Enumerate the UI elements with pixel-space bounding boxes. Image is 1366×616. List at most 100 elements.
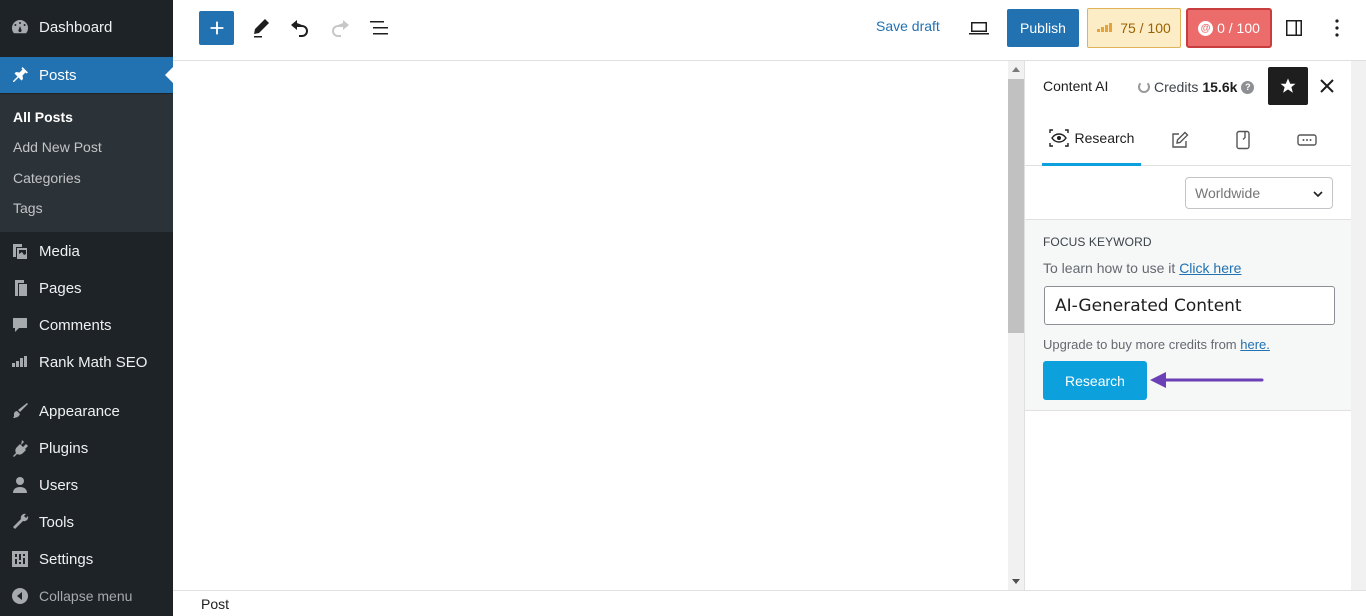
panel-tabs: Research (1025, 113, 1352, 166)
scroll-down-icon[interactable] (1012, 579, 1020, 584)
panel-scrollbar[interactable] (1351, 61, 1366, 590)
menu-item-pages[interactable]: Pages (0, 270, 173, 306)
tab-research[interactable]: Research (1042, 113, 1141, 166)
preview-button[interactable] (967, 16, 991, 40)
options-menu-button[interactable] (1325, 16, 1349, 40)
appearance-icon (10, 401, 30, 421)
plus-icon (210, 21, 223, 35)
credits-label: Credits (1154, 79, 1199, 95)
credits-value: 15.6k (1202, 79, 1238, 95)
users-icon (10, 475, 30, 495)
pin-panel-button[interactable] (1268, 67, 1308, 105)
settings-sidebar-toggle[interactable] (1282, 16, 1306, 40)
dashboard-icon (10, 17, 30, 37)
publish-button[interactable]: Publish (1007, 9, 1079, 47)
comments-icon (10, 315, 30, 335)
menu-label: Pages (39, 279, 82, 297)
submenu-all-posts[interactable]: All Posts (13, 109, 73, 125)
settings-icon (10, 549, 30, 569)
content-ai-score-button[interactable]: @ 0 / 100 (1186, 8, 1272, 48)
admin-sidebar: Dashboard Posts All Posts Add New Post C… (0, 0, 173, 616)
more-vertical-icon (1335, 19, 1339, 37)
redo-icon (332, 20, 349, 37)
phone-icon (1236, 130, 1250, 149)
tab-write[interactable] (1165, 113, 1195, 166)
pages-icon (10, 278, 30, 298)
edit-icon (1172, 131, 1189, 148)
pin-icon (10, 65, 30, 85)
document-overview-button[interactable] (367, 16, 391, 40)
scroll-up-icon[interactable] (1012, 67, 1020, 72)
content-ai-score-value: 0 / 100 (1217, 20, 1260, 36)
seo-score-value: 75 / 100 (1120, 20, 1171, 36)
menu-item-rank-math[interactable]: Rank Math SEO (0, 344, 173, 380)
tab-label: Research (1074, 130, 1135, 146)
eye-scan-icon (1048, 129, 1069, 147)
posts-submenu: All Posts Add New Post Categories Tags (0, 94, 173, 232)
menu-item-settings[interactable]: Settings (0, 541, 173, 577)
upgrade-text: Upgrade to buy more credits from (1043, 337, 1237, 352)
submenu-categories[interactable]: Categories (13, 170, 81, 186)
sidebar-icon (1286, 20, 1302, 36)
menu-item-users[interactable]: Users (0, 467, 173, 503)
scroll-thumb[interactable] (1008, 79, 1024, 333)
list-view-icon (370, 21, 388, 35)
collapse-arrow-icon (10, 586, 30, 606)
upgrade-link[interactable]: here. (1240, 337, 1270, 352)
menu-label: Tools (39, 513, 75, 531)
submenu-tags[interactable]: Tags (13, 200, 43, 216)
seo-score-button[interactable]: 75 / 100 (1087, 8, 1181, 48)
refresh-icon[interactable] (1138, 81, 1150, 93)
redo-button[interactable] (328, 16, 352, 40)
editor-canvas[interactable] (173, 61, 1008, 590)
help-text: To learn how to use it (1043, 260, 1176, 276)
close-icon (1320, 79, 1334, 93)
collapse-menu-button[interactable]: Collapse menu (0, 578, 173, 614)
chat-icon (1297, 133, 1317, 146)
menu-item-appearance[interactable]: Appearance (0, 393, 173, 429)
add-block-button[interactable] (199, 11, 234, 45)
editor-scrollbar[interactable] (1008, 61, 1024, 590)
menu-label: Dashboard (39, 18, 113, 36)
media-icon (10, 241, 30, 261)
menu-label: Posts (39, 66, 77, 84)
editor-toolbar: Save draft Publish 75 / 100 @ 0 / 100 (173, 0, 1366, 61)
annotation-arrow (1150, 372, 1264, 388)
content-ai-panel: Content AI Credits 15.6k ? Research Worl… (1024, 61, 1352, 590)
upgrade-note: Upgrade to buy more credits from here. (1043, 337, 1270, 352)
credits-display: Credits 15.6k ? (1138, 79, 1255, 95)
menu-label: Rank Math SEO (39, 353, 148, 371)
rank-math-icon (10, 352, 30, 372)
focus-keyword-help: To learn how to use it Click here (1043, 260, 1241, 276)
research-button[interactable]: Research (1043, 361, 1147, 400)
menu-item-dashboard[interactable]: Dashboard (0, 9, 173, 45)
menu-item-plugins[interactable]: Plugins (0, 430, 173, 466)
region-select[interactable]: Worldwide (1185, 177, 1333, 209)
menu-item-posts[interactable]: Posts (0, 57, 173, 93)
content-ai-icon: @ (1198, 20, 1214, 36)
close-panel-button[interactable] (1315, 73, 1339, 99)
menu-label: Media (39, 242, 80, 260)
submenu-add-new-post[interactable]: Add New Post (13, 139, 102, 155)
pencil-icon (254, 19, 269, 38)
menu-item-media[interactable]: Media (0, 233, 173, 269)
tab-chat[interactable] (1292, 113, 1322, 166)
tools-pen-button[interactable] (249, 16, 273, 40)
click-here-link[interactable]: Click here (1179, 260, 1241, 276)
panel-title: Content AI (1043, 78, 1109, 94)
menu-label: Users (39, 476, 79, 494)
breadcrumb-post[interactable]: Post (201, 596, 229, 612)
undo-icon (291, 20, 308, 37)
collapse-menu-label: Collapse menu (39, 588, 133, 604)
focus-keyword-input[interactable]: AI-Generated Content (1044, 286, 1335, 325)
menu-label: Plugins (39, 439, 89, 457)
plugins-icon (10, 438, 30, 458)
tab-ai-tools[interactable] (1228, 113, 1258, 166)
menu-item-comments[interactable]: Comments (0, 307, 173, 343)
undo-button[interactable] (288, 16, 312, 40)
save-draft-button[interactable]: Save draft (876, 18, 940, 34)
help-icon[interactable]: ? (1241, 80, 1255, 94)
region-row: Worldwide (1025, 167, 1352, 220)
focus-keyword-heading: FOCUS KEYWORD (1043, 235, 1152, 249)
menu-item-tools[interactable]: Tools (0, 504, 173, 540)
